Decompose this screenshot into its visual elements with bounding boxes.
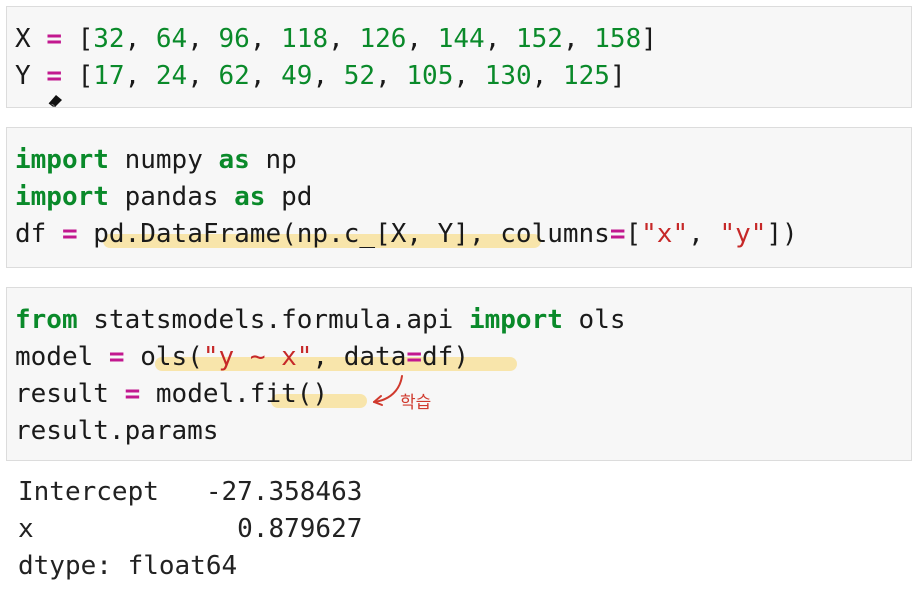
- number-literal: 62: [218, 61, 250, 91]
- number-literal: 24: [155, 61, 188, 91]
- code-cell-1[interactable]: X = [32, 64, 96, 118, 126, 144, 152, 158…: [6, 6, 912, 108]
- string-literal: "x": [641, 219, 689, 249]
- operator: =: [609, 219, 626, 249]
- module-name: numpy: [108, 145, 219, 175]
- code-line: Y = [17, 24, 62, 49, 52, 105, 130, 125]: [15, 61, 626, 91]
- code-line: import pandas as pd: [15, 179, 798, 216]
- number-literal: 130: [484, 61, 532, 91]
- operator: =: [46, 24, 62, 54]
- number-literal: 152: [516, 24, 563, 54]
- bracket: ]): [766, 219, 798, 249]
- output-line: dtype: float64: [18, 551, 238, 581]
- number-literal: 49: [281, 61, 313, 91]
- variable-name: X: [15, 24, 31, 54]
- number-literal: 32: [93, 24, 125, 54]
- number-literal: 105: [406, 61, 454, 91]
- bracket: [: [77, 61, 94, 91]
- operator: =: [406, 342, 423, 372]
- operator: =: [61, 219, 78, 249]
- bracket: ]: [609, 61, 626, 91]
- code-line: X = [32, 64, 96, 118, 126, 144, 152, 158…: [15, 24, 657, 54]
- code-line: model = ols("y ~ x", data=df): [15, 339, 626, 376]
- code-cell-2[interactable]: import numpy as np import pandas as pd df …: [6, 127, 912, 268]
- cell-output: Intercept -27.358463 x 0.879627 dtype: flo…: [18, 474, 362, 585]
- string-literal: "y ~ x": [202, 342, 313, 372]
- string-literal: "y": [719, 219, 767, 249]
- number-literal: 64: [155, 24, 188, 54]
- call-expression: ols(: [124, 342, 203, 372]
- call-expression: model.fit(): [140, 379, 329, 409]
- number-literal: 126: [359, 24, 407, 54]
- identifier: model: [15, 342, 109, 372]
- alias: pd: [265, 182, 313, 212]
- operator: =: [46, 61, 62, 91]
- bracket: ]: [641, 24, 657, 54]
- code-cell-3[interactable]: from statsmodels.formula.api import ols m…: [6, 287, 912, 461]
- code-line: from statsmodels.formula.api import ols: [15, 302, 626, 339]
- identifier: result: [15, 379, 125, 409]
- call-expression: pd.DataFrame(np.c_[X, Y], columns: [77, 219, 610, 249]
- alias: np: [249, 145, 297, 175]
- code-block[interactable]: X = [32, 64, 96, 118, 126, 144, 152, 158…: [15, 21, 657, 95]
- imported-name: ols: [562, 305, 626, 335]
- identifier: df: [15, 219, 62, 249]
- output-line: Intercept -27.358463: [18, 477, 363, 507]
- variable-name: Y: [15, 61, 31, 91]
- keyword: import: [468, 305, 563, 335]
- module-name: statsmodels.formula.api: [77, 305, 469, 335]
- keyword: as: [218, 145, 250, 175]
- code-line: result.params: [15, 413, 626, 450]
- keyword: import: [15, 145, 109, 175]
- keyword: import: [15, 182, 109, 212]
- number-literal: 118: [281, 24, 329, 54]
- eraser-cursor-icon: [48, 95, 62, 107]
- keyword: from: [15, 305, 78, 335]
- handwritten-annotation: 학습: [400, 393, 432, 413]
- bracket: [: [625, 219, 642, 249]
- keyword: as: [234, 182, 266, 212]
- expression: result.params: [15, 416, 219, 446]
- argument: df): [422, 342, 469, 372]
- output-line: x 0.879627: [18, 514, 363, 544]
- code-line: import numpy as np: [15, 142, 798, 179]
- number-literal: 158: [594, 24, 642, 54]
- number-literal: 96: [218, 24, 250, 54]
- number-literal: 144: [437, 24, 485, 54]
- number-literal: 125: [562, 61, 610, 91]
- number-literal: 17: [93, 61, 125, 91]
- argument: , data: [312, 342, 407, 372]
- operator: =: [124, 379, 141, 409]
- module-name: pandas: [108, 182, 235, 212]
- code-line: df = pd.DataFrame(np.c_[X, Y], columns=[…: [15, 216, 798, 253]
- code-block[interactable]: from statsmodels.formula.api import ols m…: [15, 302, 626, 450]
- bracket: [: [77, 24, 94, 54]
- number-literal: 52: [343, 61, 376, 91]
- operator: =: [108, 342, 125, 372]
- code-block[interactable]: import numpy as np import pandas as pd df …: [15, 142, 798, 253]
- code-line: result = model.fit(): [15, 376, 626, 413]
- separator: ,: [688, 219, 720, 249]
